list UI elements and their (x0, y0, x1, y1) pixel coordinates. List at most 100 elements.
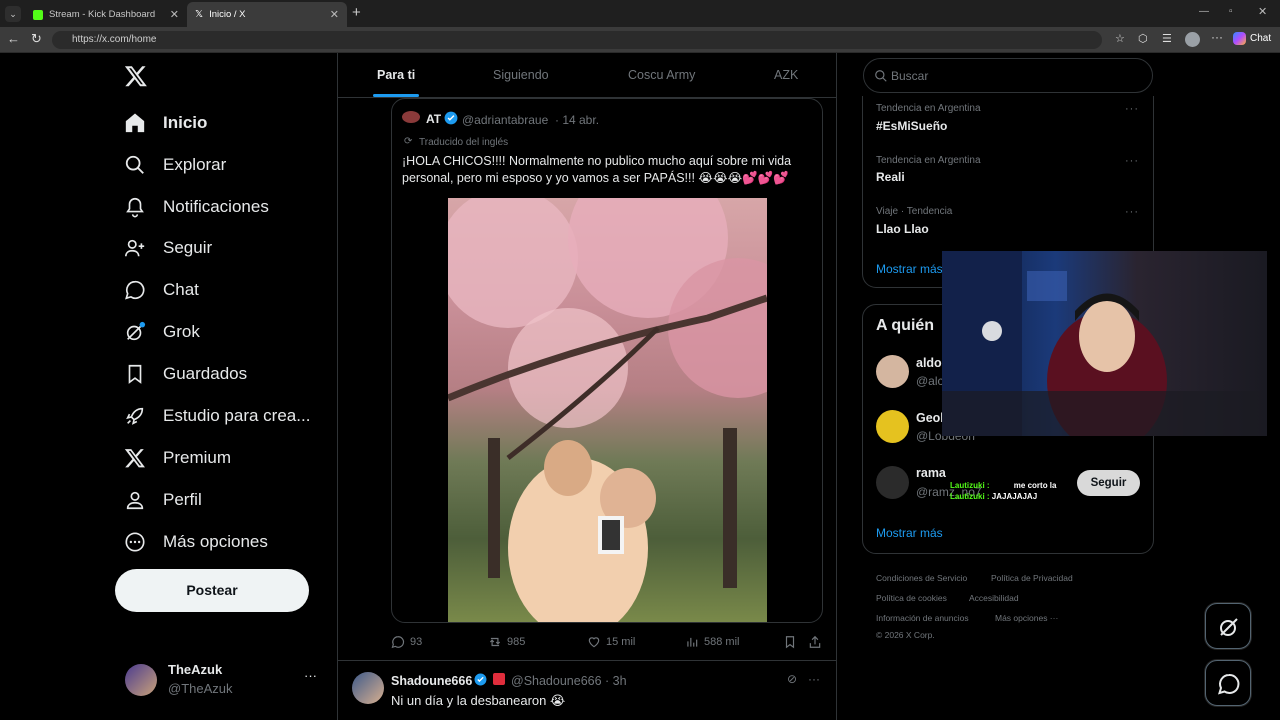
trend-category: Tendencia en Argentina (876, 103, 981, 114)
tab-title: Inicio / X (209, 9, 246, 20)
sidebar-item-label: Chat (163, 280, 199, 299)
sidebar-item-label: Grok (163, 322, 200, 341)
next-post[interactable]: Shadoune666 @Shadoune666 · 3h ⊘ ··· Ni u… (338, 661, 836, 720)
share-button[interactable] (808, 635, 827, 649)
trend-name[interactable]: Llao Llao (876, 222, 929, 236)
browser-tab-kick[interactable]: Stream - Kick Dashboard ✕ (25, 2, 187, 27)
close-window-icon[interactable]: ✕ (1258, 5, 1267, 18)
views-icon (687, 637, 698, 647)
avatar (876, 466, 909, 499)
like-count: 15 mil (606, 636, 636, 648)
repost-button[interactable]: 985 (488, 635, 525, 649)
sidebar-item-estudio[interactable]: Estudio para crea... (124, 401, 310, 431)
avatar (125, 664, 157, 696)
sidebar-item-explorar[interactable]: Explorar (124, 150, 226, 180)
trend-name[interactable]: Reali (876, 170, 905, 184)
webcam-scene (942, 251, 1267, 436)
quoted-post[interactable]: AT @adriantabraue · 14 abr. ⟳ Traducido … (391, 98, 823, 623)
browser-tab-strip: ⌄ Stream - Kick Dashboard ✕ 𝕏 Inicio / X… (0, 0, 1280, 27)
account-switcher[interactable]: TheAzuk @TheAzuk ··· (123, 660, 323, 700)
copyright: © 2026 X Corp. (876, 630, 935, 640)
minimize-icon[interactable]: — (1199, 6, 1209, 17)
quoted-text: ¡HOLA CHICOS!!!! Normalmente no publico … (402, 154, 792, 185)
footer-link[interactable]: Política de Privacidad (991, 573, 1073, 583)
account-more-icon[interactable]: ··· (304, 668, 317, 683)
extensions-icon[interactable]: ⬡ (1138, 32, 1148, 45)
copilot-chat-button[interactable]: Chat (1233, 32, 1271, 45)
footer-link[interactable]: Información de anuncios (876, 613, 969, 623)
sidebar-item-inicio[interactable]: Inicio (124, 108, 207, 138)
trend-category: Viaje · Tendencia (876, 206, 953, 217)
translated-label[interactable]: Traducido del inglés (419, 137, 508, 148)
bookmark-icon (128, 364, 142, 384)
tab-azk[interactable]: AZK (774, 68, 798, 82)
quoted-photo[interactable] (448, 198, 767, 622)
new-tab-icon[interactable]: + (352, 4, 361, 21)
verified-badge-icon (444, 111, 458, 125)
close-tab-icon[interactable]: ✕ (330, 8, 339, 21)
sidebar-item-seguir[interactable]: Seguir (124, 233, 212, 263)
profile-avatar[interactable] (1185, 32, 1200, 47)
sidebar-item-label: Más opciones (163, 532, 268, 551)
home-icon (125, 113, 145, 133)
bookmark-icon (785, 636, 795, 649)
heart-icon (588, 637, 600, 648)
reply-button[interactable]: 93 (391, 635, 422, 649)
sidebar-item-label: Explorar (163, 155, 227, 174)
trend-more-icon[interactable]: ··· (1125, 155, 1139, 167)
sidebar-item-grok[interactable]: Grok (124, 317, 200, 347)
sidebar-item-perfil[interactable]: Perfil (124, 485, 202, 515)
chat-message: Lautizuki : me corto la (950, 480, 1090, 491)
favorites-icon[interactable]: ☆ (1115, 32, 1125, 45)
restore-icon[interactable]: ▫ (1229, 6, 1233, 17)
suggestion-name[interactable]: rama (916, 466, 946, 480)
grok-fab-button[interactable] (1205, 603, 1251, 649)
trends-show-more[interactable]: Mostrar más (876, 262, 943, 276)
footer-link[interactable]: Política de cookies (876, 593, 947, 603)
who-to-follow-title: A quién (876, 317, 935, 334)
footer-link[interactable]: Más opciones ··· (995, 613, 1058, 623)
grok-icon[interactable]: ⊘ (787, 672, 797, 686)
browser-tab-x[interactable]: 𝕏 Inicio / X ✕ (187, 2, 347, 27)
trend-name[interactable]: #EsMiSueño (876, 119, 947, 133)
post-button[interactable]: Postear (115, 569, 309, 612)
url-field[interactable]: https://x.com/home (52, 31, 1102, 49)
back-icon[interactable]: ← (7, 31, 20, 46)
tab-siguiendo[interactable]: Siguiendo (493, 68, 549, 82)
sidebar-item-chat[interactable]: Chat (124, 275, 199, 305)
footer-link[interactable]: Accesibilidad (969, 593, 1019, 603)
views-button[interactable]: 588 mil (685, 635, 739, 649)
chat-icon (125, 280, 145, 300)
messages-fab-button[interactable] (1205, 660, 1251, 706)
copilot-icon (1233, 32, 1246, 45)
sidebar-item-premium[interactable]: Premium (124, 443, 231, 473)
collections-icon[interactable]: ☰ (1162, 32, 1172, 45)
tab-coscu-army[interactable]: Coscu Army (628, 68, 695, 82)
x-logo-icon[interactable] (124, 64, 148, 88)
close-tab-icon[interactable]: ✕ (170, 8, 179, 21)
trend-more-icon[interactable]: ··· (1125, 103, 1139, 115)
share-icon (809, 635, 821, 648)
sidebar-item-mas-opciones[interactable]: Más opciones (124, 527, 268, 557)
trend-more-icon[interactable]: ··· (1125, 206, 1139, 218)
stream-chat-overlay: Lautizuki : me corto la Lautizuki : JAJA… (950, 480, 1090, 502)
bookmark-button[interactable] (783, 635, 802, 649)
suggestion-name[interactable]: aldo (916, 356, 942, 370)
menu-icon[interactable]: ··· (1211, 30, 1223, 44)
reload-icon[interactable]: ↻ (31, 31, 42, 47)
tab-para-ti[interactable]: Para ti (377, 68, 415, 82)
affiliate-badge-icon (493, 673, 505, 685)
post-more-icon[interactable]: ··· (808, 672, 820, 686)
follow-show-more[interactable]: Mostrar más (876, 526, 943, 540)
active-tab-indicator (373, 94, 419, 97)
tab-list-icon[interactable]: ⌄ (5, 6, 21, 22)
search-box[interactable]: Buscar (863, 58, 1153, 93)
suggestion-name[interactable]: Geol (916, 411, 944, 425)
sidebar-item-notificaciones[interactable]: Notificaciones (124, 192, 269, 222)
search-placeholder: Buscar (891, 69, 929, 83)
translate-icon: ⟳ (404, 136, 413, 147)
like-button[interactable]: 15 mil (587, 635, 635, 649)
sidebar-item-guardados[interactable]: Guardados (124, 359, 247, 389)
footer-link[interactable]: Condiciones de Servicio (876, 573, 967, 583)
sidebar-item-label: Perfil (163, 490, 202, 509)
